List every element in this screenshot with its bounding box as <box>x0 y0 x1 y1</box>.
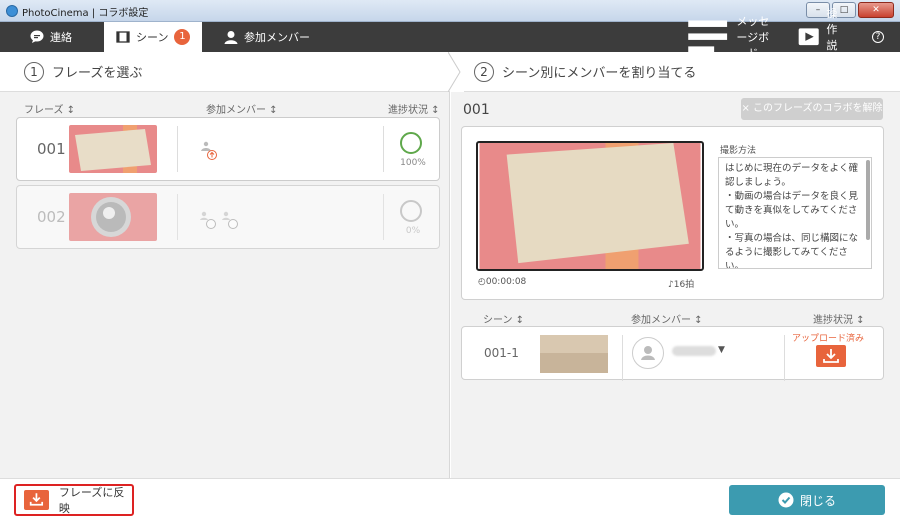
close-button-label: 閉じる <box>799 493 836 508</box>
tab-scene[interactable]: シーン 1 <box>104 22 202 52</box>
video-preview[interactable] <box>476 141 704 271</box>
help-button[interactable]: ? <box>872 22 884 52</box>
members-pending-icon <box>200 211 238 229</box>
step1-label: フレーズを選ぶ <box>52 66 143 81</box>
download-icon <box>24 490 49 510</box>
window-controls: – □ ✕ <box>806 2 894 18</box>
scene-badge: 1 <box>174 29 191 45</box>
close-button[interactable]: 閉じる <box>729 485 885 515</box>
howto-textbox[interactable]: はじめに現在のデータをよく確認しましょう。 ・動画の場合はデータを良く見て動きを… <box>718 157 872 269</box>
message-board-link[interactable]: メッセージボード <box>685 15 779 60</box>
app-topbar: 連絡 シーン 1 参加メンバー メッセージボード 操作説明 ? <box>0 7 900 68</box>
download-icon[interactable] <box>816 345 846 367</box>
member-uploaded-icon <box>201 141 217 160</box>
phrase-row-001[interactable]: 001 100% <box>16 117 440 181</box>
selected-phrase-title: 001 <box>463 102 490 118</box>
col-scene-progress-header[interactable]: 進捗状況 ↕ <box>813 311 865 326</box>
divider <box>177 194 178 240</box>
chat-icon <box>30 30 44 43</box>
divider <box>383 126 384 172</box>
divider <box>383 194 384 240</box>
step-chevron-icon <box>448 52 461 92</box>
member-name <box>672 346 716 356</box>
app-icon <box>6 5 18 17</box>
person-icon <box>224 31 238 44</box>
tab-members[interactable]: 参加メンバー <box>224 22 310 52</box>
bottom-bar: フレーズに反映 閉じる <box>0 478 900 523</box>
tab-scene-label: シーン <box>136 31 169 44</box>
step2-header: 2 シーン別にメンバーを割り当てる <box>464 52 900 92</box>
phrase-number: 001 <box>37 140 66 158</box>
howto-text: はじめに現在のデータをよく確認しましょう。 ・動画の場合はデータを良く見て動きを… <box>725 163 859 269</box>
reflect-to-phrase-button[interactable]: フレーズに反映 <box>14 484 134 516</box>
progress-text: 100% <box>400 158 426 168</box>
play-icon <box>798 28 819 46</box>
phrase-thumbnail <box>69 193 157 241</box>
divider <box>622 335 623 381</box>
phrase-thumbnail <box>69 125 157 173</box>
help-icon: ? <box>872 31 884 43</box>
progress-complete-icon <box>400 132 422 154</box>
unlink-collab-button[interactable]: × このフレーズのコラボを解除 <box>741 98 883 120</box>
col-scene-header[interactable]: シーン ↕ <box>483 311 524 326</box>
reflect-button-label: フレーズに反映 <box>58 486 125 515</box>
step2-number: 2 <box>474 61 494 82</box>
check-icon <box>778 492 794 508</box>
howto-label: 撮影方法 <box>720 146 757 156</box>
avatar <box>632 337 664 369</box>
progress-empty-icon <box>400 200 422 222</box>
film-icon <box>116 31 130 43</box>
phrase-row-002[interactable]: 002 0% <box>16 185 440 249</box>
scene-number: 001-1 <box>484 346 519 360</box>
tab-members-label: 参加メンバー <box>244 31 310 44</box>
divider <box>784 335 785 381</box>
close-window-button[interactable]: ✕ <box>858 2 894 18</box>
progress-text: 0% <box>405 226 421 236</box>
divider <box>177 126 178 172</box>
phrase-list-panel: フレーズ ↕ 参加メンバー ↕ 進捗状況 ↕ 001 100% 002 0% <box>0 92 450 478</box>
col-scene-members-header[interactable]: 参加メンバー ↕ <box>631 311 703 326</box>
beat-count: ♪16拍 <box>668 280 695 290</box>
person-icon <box>641 346 655 360</box>
scene-thumbnail <box>540 335 608 373</box>
manual-link[interactable]: 操作説明 <box>797 7 847 68</box>
col-members-header[interactable]: 参加メンバー ↕ <box>206 101 278 116</box>
upload-status: アップロード済み <box>792 334 865 344</box>
phrase-number: 002 <box>37 208 66 226</box>
scene-row[interactable]: 001-1 ▼ アップロード済み <box>461 326 884 381</box>
tab-contact[interactable]: 連絡 <box>30 22 72 52</box>
col-phrase-header[interactable]: フレーズ ↕ <box>24 101 75 116</box>
step2-label: シーン別にメンバーを割り当てる <box>502 66 697 81</box>
member-dropdown[interactable]: ▼ <box>718 345 725 355</box>
howto-scrollbar[interactable] <box>866 160 870 240</box>
phrase-detail-card: ◴00:00:08 ♪16拍 撮影方法 はじめに現在のデータをよく確認しましょう… <box>461 126 884 300</box>
step1-header: 1 フレーズを選ぶ <box>0 52 450 92</box>
step1-number: 1 <box>24 61 44 82</box>
col-progress-header[interactable]: 進捗状況 ↕ <box>388 101 440 116</box>
tab-contact-label: 連絡 <box>50 31 72 44</box>
scene-assign-panel: 001 × このフレーズのコラボを解除 ◴00:00:08 ♪16拍 撮影方法 … <box>451 92 900 478</box>
window-title: PhotoCinema | コラボ設定 <box>22 8 149 19</box>
timecode: ◴00:00:08 <box>478 277 527 287</box>
